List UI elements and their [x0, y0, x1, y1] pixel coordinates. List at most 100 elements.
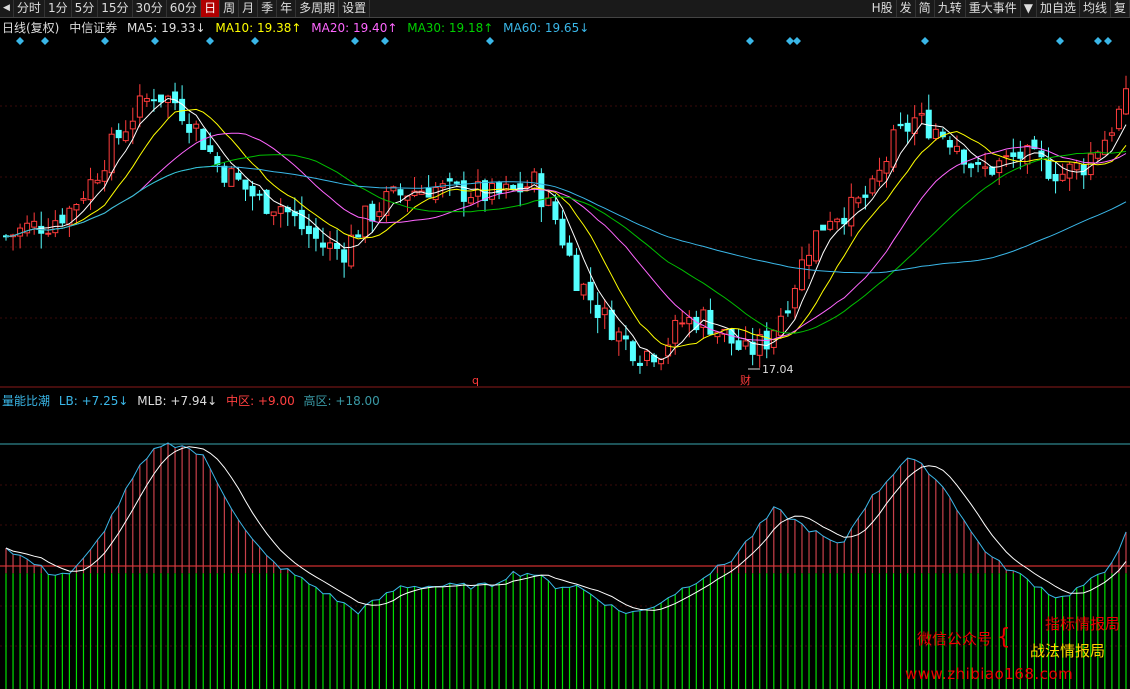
ma20-value: MA20: 19.40↑ [311, 21, 398, 35]
chart-type-label[interactable]: 日线(复权) [2, 21, 59, 35]
ma10-line [5, 108, 1127, 348]
signal-diamond [746, 37, 754, 45]
candle-body [975, 162, 982, 165]
candle-body [397, 189, 404, 196]
candle-body [73, 204, 80, 211]
lb-line [5, 442, 1127, 615]
signal-diamond [251, 37, 259, 45]
candle-body [848, 196, 855, 227]
period-tab-4[interactable]: 30分 [133, 0, 167, 17]
signal-diamond [381, 37, 389, 45]
candle-body [594, 304, 601, 318]
signal-diamond [793, 37, 801, 45]
toolbar-right-item-6[interactable]: 加自选 [1037, 0, 1080, 17]
candle-body [1017, 151, 1024, 159]
candle-body [312, 227, 319, 239]
candle-body [305, 225, 312, 235]
period-tab-0[interactable]: 分时 [14, 0, 45, 17]
marker-q: q [472, 374, 479, 387]
candle-body [242, 179, 249, 190]
period-tab-11[interactable]: 多周期 [296, 0, 340, 17]
toolbar-right-item-1[interactable]: 发 [897, 0, 916, 17]
candle-body [179, 98, 186, 122]
ma20-line [5, 132, 1127, 342]
watermark-wechat: 微信公众号 { [917, 625, 1011, 650]
ma-legend: 日线(复权) 中信证券 MA5: 19.33↓ MA10: 19.38↑ MA2… [2, 19, 595, 36]
candle-body [890, 129, 897, 168]
candle-body [580, 283, 587, 296]
period-tab-3[interactable]: 15分 [98, 0, 133, 17]
candle-body [235, 172, 242, 180]
period-tab-8[interactable]: 月 [239, 0, 259, 17]
ma5-value: MA5: 19.33↓ [127, 21, 206, 35]
candle-body [362, 205, 369, 238]
period-tab-7[interactable]: 周 [220, 0, 240, 17]
toolbar-right-item-4[interactable]: 重大事件 [966, 0, 1021, 17]
candle-body [573, 254, 580, 291]
candle-body [855, 197, 862, 204]
period-tab-2[interactable]: 5分 [72, 0, 99, 17]
signal-diamond [16, 37, 24, 45]
period-tab-6[interactable]: 日 [201, 0, 221, 17]
candle-body [221, 165, 228, 183]
mlb-line [5, 446, 1127, 611]
mid-zone-value: 中区: +9.00 [226, 394, 295, 408]
marker-cai: 财 [740, 373, 751, 387]
candle-body [559, 218, 566, 246]
candle-body [672, 319, 679, 344]
candle-body [101, 170, 108, 182]
period-tab-10[interactable]: 年 [277, 0, 297, 17]
ma10-value: MA10: 19.38↑ [215, 21, 302, 35]
watermark-line1: 指标情报局 [1044, 615, 1120, 633]
candle-body [622, 335, 629, 340]
candle-body [1010, 152, 1017, 157]
candle-body [989, 166, 996, 175]
candle-body [510, 184, 517, 190]
candle-body [59, 214, 66, 224]
toolbar-right-item-7[interactable]: 均线 [1080, 0, 1111, 17]
candle-body [784, 310, 791, 314]
candle-body [327, 242, 334, 249]
watermark-url: www.zhibiao168.com [905, 665, 1074, 683]
candle-body [355, 234, 362, 238]
toolbar-right-item-0[interactable]: H股 [869, 0, 897, 17]
ma30-value: MA30: 19.18↑ [407, 21, 494, 35]
watermark-brace: { [996, 625, 1011, 650]
candle-body [115, 129, 122, 139]
indicator-name[interactable]: 量能比潮 [2, 394, 50, 408]
signal-diamond [101, 37, 109, 45]
candle-body [31, 220, 38, 228]
toolbar-right-item-5[interactable]: ▼ [1021, 0, 1037, 17]
signal-diamond [1094, 37, 1102, 45]
candle-body [615, 331, 622, 342]
candle-body [982, 166, 989, 169]
candle-body [1003, 155, 1010, 158]
period-tab-12[interactable]: 设置 [339, 0, 371, 17]
candle-body [1115, 108, 1122, 130]
candle-body [629, 341, 636, 362]
candle-body [735, 340, 742, 350]
candle-body [834, 218, 841, 223]
toolbar-right-item-8[interactable]: 复 [1111, 0, 1130, 17]
candle-body [249, 185, 256, 197]
indicator-legend: 量能比潮 LB: +7.25↓ MLB: +7.94↓ 中区: +9.00 高区… [2, 392, 385, 409]
period-tab-9[interactable]: 季 [258, 0, 278, 17]
candle-body [1123, 88, 1129, 115]
watermark-line2: 战法情报局 [1030, 642, 1106, 660]
mlb-value: MLB: +7.94↓ [137, 394, 218, 408]
signal-diamond [486, 37, 494, 45]
period-tab-1[interactable]: 1分 [45, 0, 72, 17]
candle-body [1059, 173, 1066, 181]
back-arrow-icon[interactable]: ◀ [0, 0, 14, 17]
ma5-line [5, 97, 1127, 361]
toolbar-right-item-2[interactable]: 简 [916, 0, 935, 17]
candle-body [136, 95, 143, 118]
candle-body [270, 211, 277, 217]
candle-body [319, 242, 326, 248]
candle-body [798, 259, 805, 291]
candle-body [813, 230, 820, 262]
candle-body [193, 123, 200, 129]
toolbar-right-item-3[interactable]: 九转 [935, 0, 966, 17]
period-tab-5[interactable]: 60分 [167, 0, 202, 17]
ma60-value: MA60: 19.65↓ [503, 21, 590, 35]
